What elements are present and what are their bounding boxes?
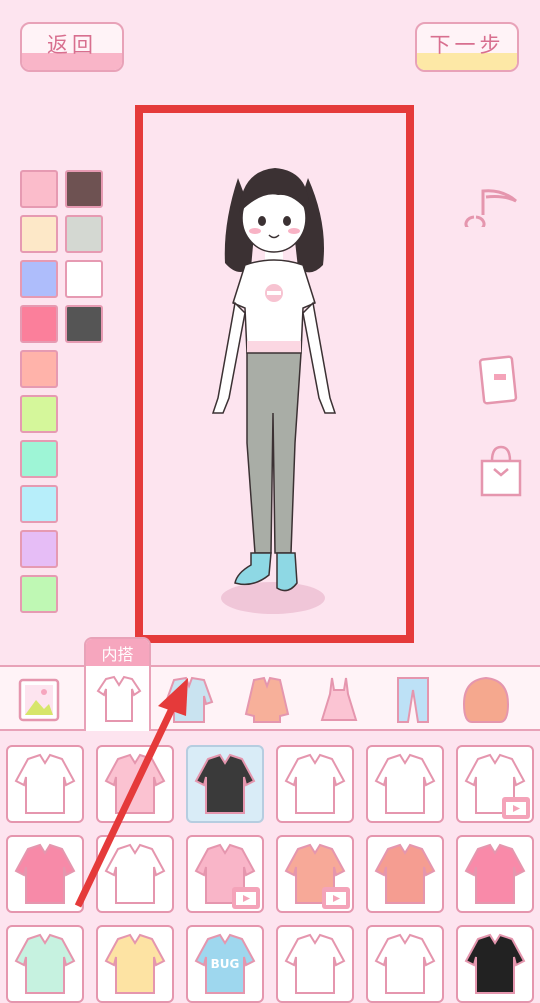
tab-dress[interactable]	[312, 674, 370, 732]
video-ad-badge	[502, 797, 530, 819]
clothing-icon	[464, 933, 526, 994]
clothing-icon	[374, 843, 436, 904]
music-note-icon[interactable]	[462, 185, 520, 233]
clothing-icon	[104, 933, 166, 994]
color-swatch[interactable]	[20, 170, 58, 208]
hair-icon	[462, 676, 510, 723]
white-top-2-item[interactable]	[366, 925, 444, 1003]
color-swatch[interactable]	[65, 305, 103, 343]
color-swatch[interactable]	[20, 395, 58, 433]
clothing-icon	[14, 933, 76, 994]
tab-inner-top-label: 内搭	[86, 639, 149, 666]
black-top-item[interactable]	[456, 925, 534, 1003]
bug-tshirt-item[interactable]: BUG	[186, 925, 264, 1003]
tab-hair[interactable]	[458, 674, 516, 732]
clothing-icon	[374, 933, 436, 994]
character-preview	[135, 105, 414, 643]
clothing-icon	[284, 753, 346, 814]
tab-pants[interactable]	[386, 674, 444, 732]
shopping-bag-icon[interactable]	[478, 443, 524, 503]
color-swatch[interactable]	[65, 215, 103, 253]
notebook-icon[interactable]	[476, 354, 522, 412]
tutorial-arrow	[74, 678, 188, 908]
mint-top-item[interactable]	[6, 925, 84, 1003]
clothing-icon	[284, 933, 346, 994]
yellow-top-item[interactable]	[96, 925, 174, 1003]
character-figure	[211, 168, 337, 614]
color-swatch[interactable]	[20, 575, 58, 613]
color-swatch[interactable]	[65, 170, 103, 208]
back-button-label: 返回	[47, 33, 97, 57]
background-icon	[18, 678, 60, 722]
color-swatch[interactable]	[20, 530, 58, 568]
color-swatch[interactable]	[20, 305, 58, 343]
color-swatch[interactable]	[65, 260, 103, 298]
coat-icon	[244, 676, 290, 723]
dress-icon	[320, 677, 358, 721]
next-step-button[interactable]: 下一步	[415, 22, 519, 72]
white-ruffle-blouse-item[interactable]	[276, 745, 354, 823]
back-button[interactable]: 返回	[20, 22, 124, 72]
video-ad-badge	[322, 887, 350, 909]
color-swatch[interactable]	[20, 440, 58, 478]
color-swatch[interactable]	[20, 215, 58, 253]
item-print-text: BUG	[210, 957, 240, 971]
color-swatch[interactable]	[20, 260, 58, 298]
bunny-sweater-item[interactable]	[276, 835, 354, 913]
sailor-top-item[interactable]	[456, 745, 534, 823]
video-ad-badge	[232, 887, 260, 909]
next-step-button-label: 下一步	[429, 33, 505, 57]
white-longsleeve-item[interactable]	[366, 745, 444, 823]
pants-icon	[397, 677, 429, 723]
tab-coat[interactable]	[240, 674, 298, 732]
star-crop-top-item[interactable]	[456, 835, 534, 913]
clothing-icon	[464, 843, 526, 904]
coral-jacket-item[interactable]	[366, 835, 444, 913]
white-top-item[interactable]	[276, 925, 354, 1003]
clothing-icon	[374, 753, 436, 814]
color-swatch[interactable]	[20, 350, 58, 388]
color-swatch[interactable]	[20, 485, 58, 523]
